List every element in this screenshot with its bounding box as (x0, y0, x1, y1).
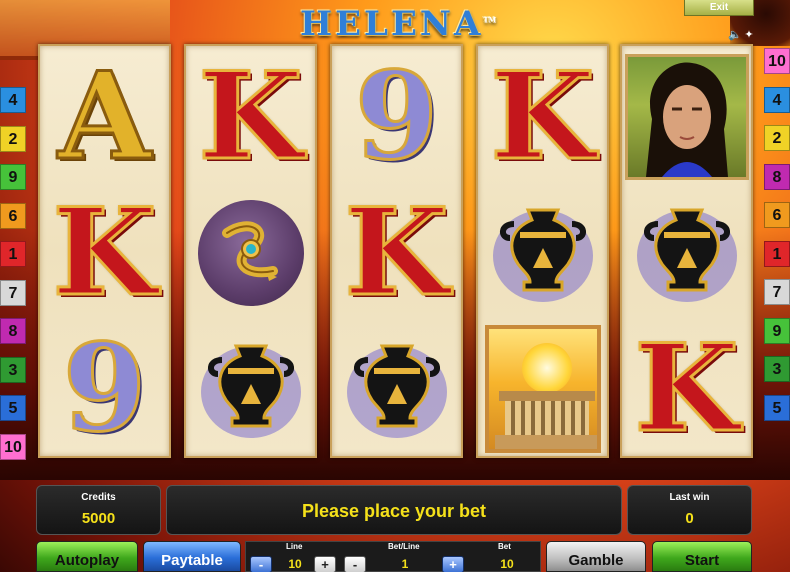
reel-4-symbol-3 (478, 321, 607, 457)
payline-indicator-3: 3 (764, 356, 790, 382)
nine-symbol: 9 (353, 46, 439, 187)
vase-icon (346, 344, 447, 438)
reel-2-symbol-3 (186, 321, 315, 457)
payline-indicator-5: 5 (0, 395, 26, 421)
snake-bracelet-icon (197, 200, 304, 306)
gamble-button[interactable]: Gamble (546, 541, 646, 572)
credits-label: Credits (81, 492, 116, 503)
reel-4-symbol-2 (478, 185, 607, 321)
temple-icon (484, 325, 601, 453)
vase-icon (200, 344, 301, 438)
game-logo: HELENATM (300, 4, 496, 44)
vase-icon (636, 208, 737, 302)
reel-3-symbol-3 (332, 321, 461, 457)
king-symbol: K (197, 46, 304, 187)
payline-indicator-6: 6 (0, 202, 26, 229)
reel-2: K (184, 44, 317, 458)
reel-1: A K 9 (38, 44, 171, 458)
payline-indicator-9: 9 (0, 164, 26, 190)
line-value: 10 (288, 557, 302, 571)
status-message: Please place your bet (301, 501, 487, 521)
payline-indicator-2: 2 (764, 125, 790, 151)
line-plus-button[interactable]: + (314, 556, 336, 572)
payline-indicator-7: 7 (0, 279, 26, 306)
king-symbol: K (489, 46, 596, 187)
ace-symbol: A (56, 46, 152, 187)
reel-3: 9 K (330, 44, 463, 458)
payline-indicator-10: 10 (0, 433, 26, 460)
helena-portrait-icon (624, 54, 749, 180)
payline-indicator-10: 10 (764, 48, 790, 74)
reel-5-symbol-2 (622, 185, 751, 321)
payline-indicator-4: 4 (0, 87, 26, 113)
trademark: TM (483, 15, 497, 25)
betline-value: 1 (401, 557, 409, 571)
payline-indicator-7: 7 (764, 279, 790, 305)
credits-value: 5000 (81, 510, 116, 527)
nine-symbol: 9 (61, 318, 147, 459)
payline-indicator-3: 3 (0, 356, 26, 383)
king-symbol: K (51, 182, 158, 323)
payline-indicator-2: 2 (0, 125, 26, 152)
bet-label: Bet (498, 542, 511, 551)
king-symbol: K (633, 318, 740, 459)
payline-indicator-4: 4 (764, 86, 790, 113)
betline-minus-button[interactable]: - (344, 556, 366, 572)
last-win-label: Last win (669, 492, 710, 503)
payline-indicator-8: 8 (764, 163, 790, 190)
paytable-button[interactable]: Paytable (143, 541, 241, 572)
betline-label: Bet/Line (388, 542, 420, 551)
reel-2-symbol-1: K (186, 49, 315, 185)
reel-3-symbol-1: 9 (332, 49, 461, 185)
reel-2-symbol-2 (186, 185, 315, 321)
vase-icon (492, 208, 593, 302)
reel-1-symbol-3: 9 (40, 321, 169, 457)
line-label: Line (286, 542, 303, 551)
payline-indicator-5: 5 (764, 394, 790, 421)
payline-indicator-8: 8 (0, 318, 26, 344)
sound-icon[interactable]: 🔈 (728, 29, 742, 41)
bet-controls: Line - 10 + Bet/Line - 1 + Bet 10 (245, 541, 541, 572)
reel-1-symbol-2: K (40, 185, 169, 321)
payline-indicator-1: 1 (764, 240, 790, 267)
betline-plus-button[interactable]: + (442, 556, 464, 572)
payline-indicator-9: 9 (764, 317, 790, 344)
line-minus-button[interactable]: - (250, 556, 272, 572)
start-button[interactable]: Start (652, 541, 752, 572)
bet-value: 10 (500, 557, 514, 571)
reel-1-symbol-1: A (40, 49, 169, 185)
logo-text: HELENA (300, 4, 484, 44)
fullscreen-icon[interactable]: ✦ (743, 29, 755, 41)
reel-4-symbol-1: K (478, 49, 607, 185)
reel-3-symbol-2: K (332, 185, 461, 321)
payline-indicator-1: 1 (0, 241, 26, 267)
king-symbol: K (343, 182, 450, 323)
message-panel: Please place your bet (166, 485, 622, 535)
reel-5-symbol-1 (622, 49, 751, 185)
exit-button[interactable]: Exit (684, 0, 754, 16)
reel-5: K (620, 44, 753, 458)
payline-indicator-6: 6 (764, 202, 790, 228)
last-win-panel: Last win 0 (627, 485, 752, 535)
last-win-value: 0 (685, 510, 694, 527)
autoplay-button[interactable]: Autoplay (36, 541, 138, 572)
credits-panel: Credits 5000 (36, 485, 161, 535)
reel-4: K (476, 44, 609, 458)
reel-5-symbol-3: K (622, 321, 751, 457)
